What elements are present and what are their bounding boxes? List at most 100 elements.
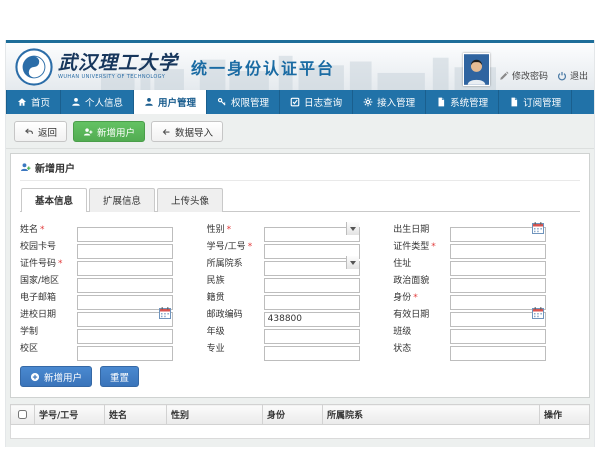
add-user-toolbar-button[interactable]: 新增用户: [73, 121, 145, 142]
form-field-ethnicity: 民族: [207, 271, 394, 288]
form-field-name: 姓名*: [20, 220, 207, 237]
key-icon: [217, 97, 227, 107]
form-field-major: 专业: [207, 339, 394, 356]
field-label-native-place: 籍贯: [207, 290, 264, 303]
submit-add-user-button[interactable]: 新增用户: [20, 366, 92, 387]
add-user-panel: 新增用户 基本信息扩展信息上传头像 姓名*性别*出生日期校园卡号学号/工号*证件…: [10, 153, 590, 398]
change-password-label: 修改密码: [512, 69, 548, 82]
field-control-id-type: [450, 238, 546, 253]
field-control-campus-card-no: [77, 238, 173, 253]
table-column-header-2: 性别: [167, 405, 263, 425]
tab-bar: 基本信息扩展信息上传头像: [20, 187, 580, 212]
field-label-name: 姓名*: [20, 222, 77, 235]
field-label-grade: 年级: [207, 324, 264, 337]
form-field-schooling-length: 学制: [20, 322, 207, 339]
table-column-header-5: 操作: [540, 405, 590, 425]
submit-add-user-label: 新增用户: [44, 370, 82, 384]
field-control-identity: [450, 289, 546, 304]
required-asterisk: *: [58, 259, 63, 269]
user-table: 学号/工号姓名性别身份所属院系操作: [10, 404, 590, 439]
nav-item-label: 个人信息: [85, 95, 123, 109]
content-area: 返回 新增用户 数据导入 新增用户 基本信息扩: [6, 114, 594, 447]
field-label-campus: 校区: [20, 341, 77, 354]
form-field-grade: 年级: [207, 322, 394, 339]
field-label-schooling-length: 学制: [20, 324, 77, 337]
dropdown-arrow-icon[interactable]: [346, 222, 359, 235]
data-import-button[interactable]: 数据导入: [151, 121, 223, 142]
nav-item-personal-info[interactable]: 个人信息: [61, 90, 134, 114]
data-import-label: 数据导入: [175, 125, 213, 139]
major-input[interactable]: [264, 346, 360, 361]
field-control-entry-date: [77, 306, 173, 321]
form-field-gender: 性别*: [207, 220, 394, 237]
field-control-valid-date: [450, 306, 546, 321]
dropdown-arrow-icon[interactable]: [346, 256, 359, 269]
table-empty-cell: [11, 425, 590, 439]
back-arrow-icon: [24, 127, 34, 137]
logout-link[interactable]: 退出: [557, 69, 588, 82]
field-control-id-number: [77, 255, 173, 270]
tab-basic-info[interactable]: 基本信息: [21, 188, 87, 212]
nav-item-label: 订阅管理: [523, 95, 561, 109]
header-user-area: 修改密码 退出: [463, 53, 588, 86]
nav-item-access-management[interactable]: 接入管理: [353, 90, 426, 114]
field-control-schooling-length: [77, 323, 173, 338]
select-all-checkbox[interactable]: [18, 410, 27, 419]
required-asterisk: *: [40, 225, 45, 235]
user-avatar[interactable]: [463, 53, 490, 86]
nav-item-log-query[interactable]: 日志查询: [280, 90, 353, 114]
field-label-ethnicity: 民族: [207, 273, 264, 286]
field-label-id-type: 证件类型*: [393, 239, 450, 252]
reset-button-label: 重置: [110, 370, 129, 384]
field-label-country-region: 国家/地区: [20, 273, 77, 286]
app-window: 武汉理工大学 WUHAN UNIVERSITY OF TECHNOLOGY 统一…: [5, 40, 595, 447]
form-field-political-status: 政治面貌: [393, 271, 580, 288]
tab-extended-info[interactable]: 扩展信息: [89, 188, 155, 212]
field-label-email: 电子邮箱: [20, 290, 77, 303]
form-field-valid-date: 有效日期: [393, 305, 580, 322]
field-control-political-status: [450, 272, 546, 287]
status-input[interactable]: [450, 346, 546, 361]
field-control-country-region: [77, 272, 173, 287]
nav-item-home[interactable]: 首页: [6, 90, 61, 114]
plus-circle-icon: [30, 372, 40, 382]
nav-item-label: 权限管理: [231, 95, 269, 109]
user-icon: [144, 97, 154, 107]
panel-title: 新增用户: [35, 160, 75, 175]
power-icon: [557, 71, 567, 81]
back-button[interactable]: 返回: [14, 121, 67, 142]
tab-upload-avatar[interactable]: 上传头像: [157, 188, 223, 212]
nav-item-system-management[interactable]: 系统管理: [426, 90, 499, 114]
form-field-campus-card-no: 校园卡号: [20, 237, 207, 254]
field-label-gender: 性别*: [207, 222, 264, 235]
campus-input[interactable]: [77, 346, 173, 361]
field-label-department: 所属院系: [207, 256, 264, 269]
nav-item-subscription-management[interactable]: 订阅管理: [499, 90, 572, 114]
calendar-icon[interactable]: [532, 222, 544, 234]
field-label-major: 专业: [207, 341, 264, 354]
nav-item-label: 系统管理: [450, 95, 488, 109]
calendar-icon[interactable]: [159, 307, 171, 319]
university-name-block: 武汉理工大学 WUHAN UNIVERSITY OF TECHNOLOGY: [58, 53, 178, 80]
field-control-ethnicity: [264, 272, 360, 287]
select-all-cell: [11, 405, 35, 425]
calendar-icon[interactable]: [532, 307, 544, 319]
field-label-class: 班级: [393, 324, 450, 337]
field-control-student-staff-id: [264, 238, 360, 253]
nav-item-user-management[interactable]: 用户管理: [134, 90, 207, 114]
form-field-address: 住址: [393, 254, 580, 271]
toolbar: 返回 新增用户 数据导入: [6, 114, 594, 149]
field-control-grade: [264, 323, 360, 338]
form-field-department: 所属院系: [207, 254, 394, 271]
panel-title-row: 新增用户: [20, 160, 580, 181]
nav-item-permission-management[interactable]: 权限管理: [207, 90, 280, 114]
add-user-toolbar-label: 新增用户: [97, 125, 135, 139]
form-field-postal-code: 邮政编码: [207, 305, 394, 322]
file-icon: [436, 97, 446, 107]
platform-title: 统一身份认证平台: [191, 55, 335, 79]
field-label-id-number: 证件号码*: [20, 256, 77, 269]
change-password-link[interactable]: 修改密码: [499, 69, 548, 82]
nav-item-label: 接入管理: [377, 95, 415, 109]
nav-item-label: 首页: [31, 95, 50, 109]
reset-button[interactable]: 重置: [100, 366, 139, 387]
